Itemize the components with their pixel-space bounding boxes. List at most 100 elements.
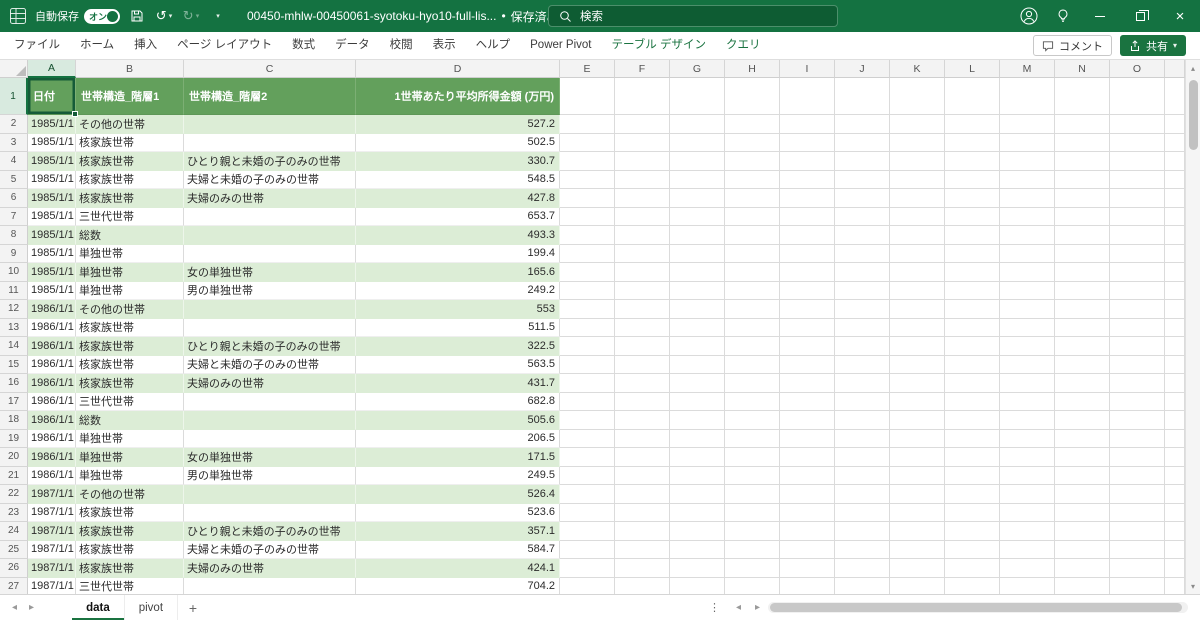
cell-D17[interactable]: 682.8 [356, 392, 560, 411]
cell-empty[interactable] [615, 448, 670, 467]
cell-empty[interactable] [780, 429, 835, 448]
cell-empty[interactable] [1000, 522, 1055, 541]
cell-D21[interactable]: 249.5 [356, 466, 560, 485]
cell-empty[interactable] [780, 170, 835, 189]
row-header-8[interactable]: 8 [0, 226, 28, 245]
column-header-D[interactable]: D [356, 60, 560, 78]
cell-empty[interactable] [780, 300, 835, 319]
cell-D22[interactable]: 526.4 [356, 485, 560, 504]
cell-empty[interactable] [725, 281, 780, 300]
cell-empty[interactable] [670, 355, 725, 374]
scroll-down-icon[interactable]: ▾ [1186, 578, 1200, 594]
cell-empty[interactable] [1055, 559, 1110, 578]
cell-empty[interactable] [1165, 189, 1185, 208]
cell-empty[interactable] [615, 559, 670, 578]
cell-empty[interactable] [1055, 522, 1110, 541]
cell-empty[interactable] [1055, 78, 1110, 115]
cell-empty[interactable] [890, 189, 945, 208]
cell-empty[interactable] [835, 429, 890, 448]
cell-empty[interactable] [835, 78, 890, 115]
column-header-K[interactable]: K [890, 60, 945, 78]
cell-empty[interactable] [670, 466, 725, 485]
cell-empty[interactable] [1110, 522, 1165, 541]
cell-C6[interactable]: 夫婦のみの世帯 [184, 189, 356, 208]
cell-empty[interactable] [1110, 189, 1165, 208]
row-header-14[interactable]: 14 [0, 337, 28, 356]
cell-empty[interactable] [1000, 318, 1055, 337]
cell-empty[interactable] [615, 207, 670, 226]
save-button[interactable] [127, 4, 147, 28]
cell-empty[interactable] [780, 152, 835, 171]
cell-empty[interactable] [1110, 133, 1165, 152]
cell-A23[interactable]: 1987/1/1 [28, 503, 76, 522]
cell-B24[interactable]: 核家族世帯 [76, 522, 184, 541]
close-button[interactable]: × [1160, 0, 1200, 32]
cell-A24[interactable]: 1987/1/1 [28, 522, 76, 541]
cell-A27[interactable]: 1987/1/1 [28, 577, 76, 594]
row-header-23[interactable]: 23 [0, 503, 28, 522]
cell-empty[interactable] [1000, 300, 1055, 319]
cell-empty[interactable] [615, 522, 670, 541]
cell-B26[interactable]: 核家族世帯 [76, 559, 184, 578]
sheet-nav-left-icon[interactable]: ◂ [12, 602, 17, 613]
cell-empty[interactable] [945, 226, 1000, 245]
cell-empty[interactable] [945, 244, 1000, 263]
column-header-E[interactable]: E [560, 60, 615, 78]
share-dropdown-icon[interactable]: ▾ [1173, 41, 1177, 50]
redo-button[interactable]: ↻ ▾ [181, 4, 201, 28]
cell-empty[interactable] [890, 300, 945, 319]
cell-empty[interactable] [945, 448, 1000, 467]
hscroll-right-icon[interactable]: ▸ [755, 602, 760, 613]
cell-empty[interactable] [670, 577, 725, 594]
cell-D25[interactable]: 584.7 [356, 540, 560, 559]
cell-empty[interactable] [780, 522, 835, 541]
cell-D26[interactable]: 424.1 [356, 559, 560, 578]
document-title[interactable]: 00450-mhlw-00450061-syotoku-hyo10-full-l… [247, 8, 572, 25]
cell-B7[interactable]: 三世代世帯 [76, 207, 184, 226]
cell-C22[interactable] [184, 485, 356, 504]
cell-A22[interactable]: 1987/1/1 [28, 485, 76, 504]
row-header-25[interactable]: 25 [0, 540, 28, 559]
cell-empty[interactable] [725, 300, 780, 319]
cell-empty[interactable] [670, 226, 725, 245]
cell-empty[interactable] [560, 189, 615, 208]
cell-empty[interactable] [780, 466, 835, 485]
cell-empty[interactable] [615, 170, 670, 189]
cell-empty[interactable] [725, 337, 780, 356]
cell-A5[interactable]: 1985/1/1 [28, 170, 76, 189]
cell-empty[interactable] [945, 540, 1000, 559]
cell-B27[interactable]: 三世代世帯 [76, 577, 184, 594]
cell-empty[interactable] [945, 281, 1000, 300]
cell-empty[interactable] [945, 189, 1000, 208]
cell-B11[interactable]: 単独世帯 [76, 281, 184, 300]
cell-C13[interactable] [184, 318, 356, 337]
cell-C11[interactable]: 男の単独世帯 [184, 281, 356, 300]
column-header-O[interactable]: O [1110, 60, 1165, 78]
more-options-icon[interactable]: ⋮ [701, 601, 728, 614]
cell-A17[interactable]: 1986/1/1 [28, 392, 76, 411]
cell-empty[interactable] [1165, 133, 1185, 152]
cell-empty[interactable] [835, 540, 890, 559]
cell-D6[interactable]: 427.8 [356, 189, 560, 208]
column-header-G[interactable]: G [670, 60, 725, 78]
cell-B14[interactable]: 核家族世帯 [76, 337, 184, 356]
cell-empty[interactable] [725, 540, 780, 559]
cell-empty[interactable] [615, 577, 670, 594]
cell-C9[interactable] [184, 244, 356, 263]
cell-D7[interactable]: 653.7 [356, 207, 560, 226]
cell-empty[interactable] [1165, 392, 1185, 411]
cell-empty[interactable] [890, 429, 945, 448]
cell-empty[interactable] [1110, 485, 1165, 504]
cell-empty[interactable] [1055, 281, 1110, 300]
cell-empty[interactable] [1165, 170, 1185, 189]
cell-A10[interactable]: 1985/1/1 [28, 263, 76, 282]
cell-empty[interactable] [890, 522, 945, 541]
cell-empty[interactable] [890, 281, 945, 300]
cell-empty[interactable] [835, 485, 890, 504]
cell-D27[interactable]: 704.2 [356, 577, 560, 594]
cell-empty[interactable] [725, 411, 780, 430]
cell-empty[interactable] [615, 337, 670, 356]
cell-empty[interactable] [615, 540, 670, 559]
cell-empty[interactable] [725, 318, 780, 337]
cell-empty[interactable] [835, 244, 890, 263]
